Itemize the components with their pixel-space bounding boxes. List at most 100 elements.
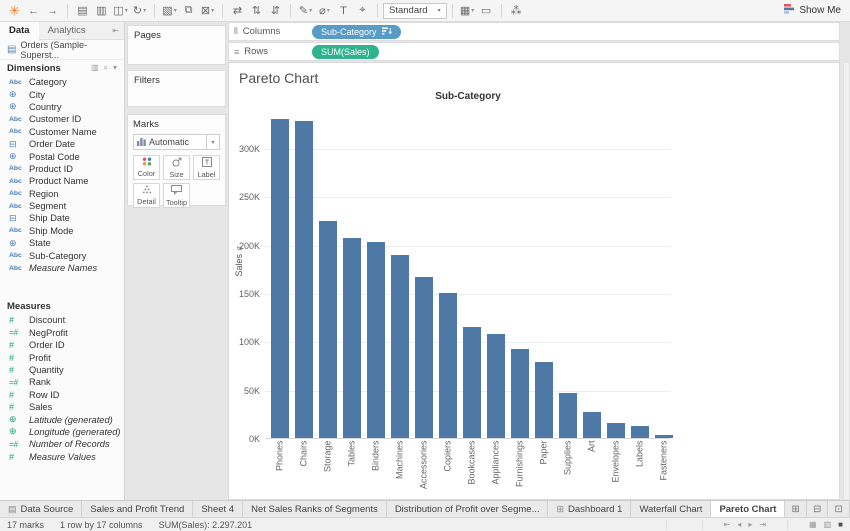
x-axis-label-phones[interactable]: Phones (275, 441, 286, 501)
first-sheet-icon[interactable]: ⇤ (724, 520, 731, 529)
x-axis-label-furnishings[interactable]: Furnishings (515, 441, 526, 501)
sheet-tab-waterfall-chart[interactable]: Waterfall Chart (631, 501, 711, 517)
tooltip-button[interactable]: Tooltip (163, 183, 190, 208)
x-axis-label-accessories[interactable]: Accessories (419, 441, 430, 501)
field-postal-code[interactable]: ⊕Postal Code (0, 150, 124, 162)
bar-phones[interactable] (271, 119, 289, 438)
x-axis-label-tables[interactable]: Tables (347, 441, 358, 501)
find-field-icon[interactable]: ⌕ (104, 63, 108, 73)
last-sheet-icon[interactable]: ⇥ (759, 520, 766, 529)
field-product-id[interactable]: AbcProduct ID (0, 163, 124, 175)
share-workbook-button[interactable]: ⁂ (508, 2, 525, 20)
field-country[interactable]: ⊕Country (0, 101, 124, 113)
tab-data[interactable]: Data (0, 22, 39, 40)
bar-copiers[interactable] (439, 293, 457, 438)
sheet-tab-distribution-of-profit-over-segme[interactable]: Distribution of Profit over Segme... (387, 501, 549, 517)
x-axis-label-machines[interactable]: Machines (395, 441, 406, 501)
field-latitude-generated[interactable]: ⊕Latitude (generated) (0, 413, 124, 425)
sort-ascending-button[interactable]: ⇅ (248, 2, 265, 20)
x-axis-label-supplies[interactable]: Supplies (563, 441, 574, 501)
field-number-of-records[interactable]: =#Number of Records (0, 438, 124, 450)
fix-axes-button[interactable]: ⌖ (354, 2, 371, 20)
undo-button[interactable]: ← (25, 2, 42, 20)
highlight-button[interactable]: ✎▾ (297, 2, 314, 20)
bar-paper[interactable] (535, 362, 553, 438)
field-segment[interactable]: AbcSegment (0, 200, 124, 212)
tab-analytics[interactable]: Analytics (39, 22, 95, 40)
new-story-tab-button[interactable]: ⊡ (828, 501, 850, 517)
sheet-tab-sales-and-profit-trend[interactable]: Sales and Profit Trend (82, 501, 193, 517)
detail-button[interactable]: Detail (133, 183, 160, 208)
bar-art[interactable] (583, 412, 601, 438)
show-mark-labels-button[interactable]: T (335, 2, 352, 20)
mark-type-dropdown[interactable]: Automatic ▾ (133, 134, 220, 150)
sheet-tab-data-source[interactable]: ▤Data Source (0, 501, 82, 517)
new-worksheet-button[interactable]: ▧▾ (161, 2, 178, 20)
save-button[interactable]: ▤ (74, 2, 91, 20)
redo-button[interactable]: → (44, 2, 61, 20)
x-axis-label-paper[interactable]: Paper (539, 441, 550, 501)
vertical-scrollbar[interactable] (843, 62, 850, 500)
run-auto-updates-button[interactable]: ↻▾ (131, 2, 148, 20)
bar-binders[interactable] (367, 242, 385, 438)
new-worksheet-tab-button[interactable]: ⊞ (785, 501, 807, 517)
field-product-name[interactable]: AbcProduct Name (0, 175, 124, 187)
field-row-id[interactable]: #Row ID (0, 389, 124, 401)
field-order-id[interactable]: #Order ID (0, 339, 124, 351)
presentation-mode-button[interactable]: ▭ (478, 2, 495, 20)
bar-accessories[interactable] (415, 277, 433, 438)
field-ship-mode[interactable]: AbcShip Mode (0, 225, 124, 237)
show-me-button[interactable]: Show Me (784, 4, 845, 17)
bar-fasteners[interactable] (655, 435, 673, 438)
chevron-down-icon[interactable]: ▾ (206, 135, 219, 149)
collapse-pane-icon[interactable]: ⇤ (107, 26, 124, 35)
x-axis-label-storage[interactable]: Storage (323, 441, 334, 501)
fit-selector[interactable]: Standard▾ (383, 3, 447, 19)
field-sub-category[interactable]: AbcSub-Category (0, 249, 124, 261)
field-category[interactable]: AbcCategory (0, 76, 124, 88)
bar-furnishings[interactable] (511, 349, 529, 438)
bar-appliances[interactable] (487, 334, 505, 438)
bar-bookcases[interactable] (463, 327, 481, 438)
sheet-tab-sheet-4[interactable]: Sheet 4 (193, 501, 243, 517)
label-button[interactable]: Label (193, 155, 220, 180)
field-discount[interactable]: #Discount (0, 314, 124, 326)
bar-envelopes[interactable] (607, 423, 625, 438)
pill-sum-sales[interactable]: SUM(Sales) (312, 45, 379, 59)
sheet-tab-dashboard-1[interactable]: ⊞Dashboard 1 (548, 501, 631, 517)
pause-auto-updates-button[interactable]: ◫▾ (112, 2, 129, 20)
show-hide-cards-button[interactable]: ▦▾ (459, 2, 476, 20)
bar-labels[interactable] (631, 426, 649, 438)
pages-shelf[interactable]: Pages (127, 25, 226, 65)
bar-chairs[interactable] (295, 121, 313, 438)
pane-menu-icon[interactable]: ▾ (113, 63, 117, 73)
field-quantity[interactable]: #Quantity (0, 364, 124, 376)
x-axis-label-art[interactable]: Art (587, 441, 598, 501)
bar-machines[interactable] (391, 255, 409, 438)
duplicate-sheet-button[interactable]: ⧉ (180, 2, 197, 20)
field-city[interactable]: ⊕City (0, 88, 124, 100)
field-state[interactable]: ⊕State (0, 237, 124, 249)
field-ship-date[interactable]: ⊟Ship Date (0, 212, 124, 224)
clear-sheet-button[interactable]: ⊠▾ (199, 2, 216, 20)
show-tabs-view-icon[interactable]: ▦ (809, 520, 817, 529)
x-axis-label-appliances[interactable]: Appliances (491, 441, 502, 501)
color-button[interactable]: Color (133, 155, 160, 180)
new-dashboard-tab-button[interactable]: ⊟ (807, 501, 829, 517)
new-data-source-button[interactable]: ▥ (93, 2, 110, 20)
show-sheet-sorter-view-icon[interactable]: ■ (838, 520, 843, 529)
field-negprofit[interactable]: =#NegProfit (0, 327, 124, 339)
field-measure-names[interactable]: AbcMeasure Names (0, 262, 124, 274)
x-axis-label-chairs[interactable]: Chairs (299, 441, 310, 501)
field-sales[interactable]: #Sales (0, 401, 124, 413)
previous-sheet-icon[interactable]: ◂ (737, 520, 741, 529)
view-data-icon[interactable]: ▥ (91, 63, 99, 73)
show-filmstrip-view-icon[interactable]: ▥ (824, 520, 832, 529)
field-measure-values[interactable]: #Measure Values (0, 451, 124, 463)
size-button[interactable]: Size (163, 155, 190, 180)
x-axis-label-envelopes[interactable]: Envelopes (611, 441, 622, 501)
filters-shelf[interactable]: Filters (127, 70, 226, 107)
sort-descending-button[interactable]: ⇵ (267, 2, 284, 20)
field-order-date[interactable]: ⊟Order Date (0, 138, 124, 150)
next-sheet-icon[interactable]: ▸ (748, 520, 752, 529)
